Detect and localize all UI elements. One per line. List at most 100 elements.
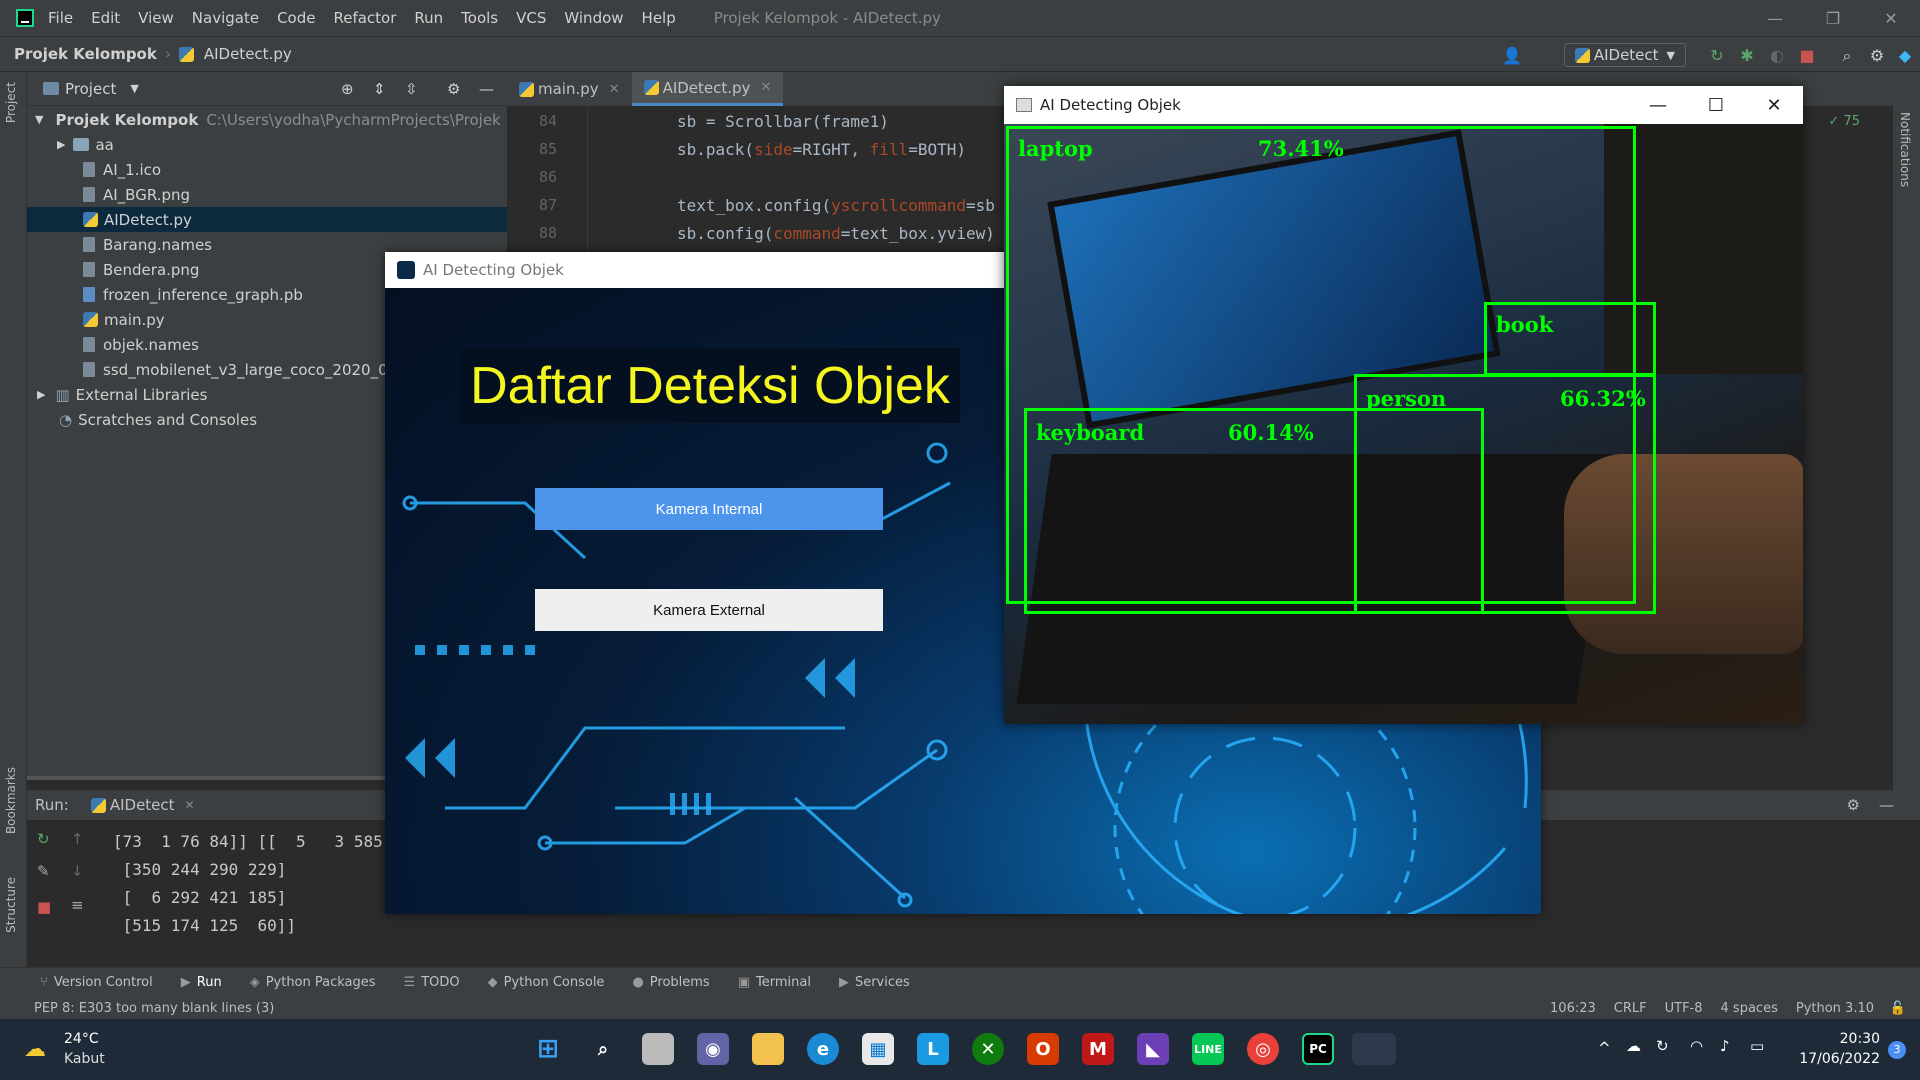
microsoft-store-icon[interactable]: ▦ <box>862 1033 894 1065</box>
locate-icon[interactable]: ⊕ <box>341 80 354 98</box>
stop-icon[interactable]: ■ <box>37 898 51 916</box>
down-icon[interactable]: ↓ <box>71 862 84 880</box>
menu-edit[interactable]: Edit <box>91 9 120 27</box>
notification-badge[interactable]: 3 <box>1888 1041 1906 1059</box>
breadcrumb-project[interactable]: Projek Kelompok <box>14 45 157 63</box>
clock-date[interactable]: 17/06/2022 <box>1790 1051 1880 1067</box>
search-icon[interactable]: ⌕ <box>587 1033 619 1065</box>
gear-icon[interactable]: ⚙ <box>447 80 460 98</box>
close-tab-icon[interactable]: ✕ <box>609 82 620 97</box>
temperature[interactable]: 24°C <box>64 1031 99 1047</box>
rerun-icon[interactable]: ↻ <box>1708 47 1726 65</box>
tool-version-control[interactable]: ⑂ Version Control <box>40 975 153 990</box>
soft-wrap-icon[interactable]: ≡ <box>71 896 84 914</box>
menu-tools[interactable]: Tools <box>461 9 498 27</box>
tool-python-packages[interactable]: ◈ Python Packages <box>250 975 376 990</box>
menu-view[interactable]: View <box>138 9 174 27</box>
project-view-select[interactable]: Project <box>65 80 116 98</box>
edge-icon[interactable]: e <box>807 1033 839 1065</box>
tool-run[interactable]: ▶ Run <box>181 975 222 990</box>
hide-icon[interactable]: — <box>1879 796 1894 814</box>
maximize-icon[interactable]: ☐ <box>1687 86 1745 124</box>
structure-tool-label[interactable]: Structure <box>4 877 18 933</box>
xbox-icon[interactable]: ✕ <box>972 1033 1004 1065</box>
wrench-icon[interactable]: ✎ <box>37 862 50 880</box>
tree-item[interactable]: AI_BGR.png <box>27 182 507 207</box>
menu-help[interactable]: Help <box>642 9 676 27</box>
indent-setting[interactable]: 4 spaces <box>1721 1001 1778 1016</box>
internal-camera-button[interactable]: Kamera Internal <box>535 488 883 530</box>
teams-chat-icon[interactable]: ◉ <box>697 1033 729 1065</box>
tray-chevron-icon[interactable]: ^ <box>1598 1039 1611 1057</box>
chevron-down-icon[interactable]: ▼ <box>130 82 138 95</box>
run-tab[interactable]: AIDetect <box>110 796 175 814</box>
clock-time[interactable]: 20:30 <box>1810 1031 1880 1047</box>
tree-item[interactable]: AI_1.ico <box>27 157 507 182</box>
close-icon[interactable]: ✕ <box>1745 86 1803 124</box>
onedrive-icon[interactable]: ☁ <box>1626 1037 1641 1055</box>
wifi-icon[interactable]: ◠ <box>1690 1037 1703 1055</box>
l-app-icon[interactable]: L <box>917 1033 949 1065</box>
run-configuration-select[interactable]: AIDetect ▼ <box>1563 43 1686 67</box>
minimize-icon[interactable]: — <box>1746 0 1804 36</box>
file-explorer-icon[interactable] <box>752 1033 784 1065</box>
debug-icon[interactable]: ✱ <box>1738 47 1756 65</box>
jetbrains-toolbox-icon[interactable]: ◆ <box>1896 47 1914 65</box>
close-tab-icon[interactable]: ✕ <box>185 798 195 812</box>
stop-icon[interactable]: ■ <box>1798 47 1816 65</box>
tool-services[interactable]: ▶ Services <box>839 975 910 990</box>
up-icon[interactable]: ↑ <box>71 830 84 848</box>
python-window-icon[interactable] <box>1352 1033 1396 1065</box>
sync-icon[interactable]: ↻ <box>1656 1037 1669 1055</box>
menu-code[interactable]: Code <box>277 9 315 27</box>
tool-problems[interactable]: ● Problems <box>632 975 709 990</box>
camera-title-bar[interactable]: AI Detecting Objek — ☐ ✕ <box>1004 86 1803 124</box>
coverage-icon[interactable]: ◐ <box>1768 47 1786 65</box>
mcafee-icon[interactable]: M <box>1082 1033 1114 1065</box>
bookmarks-tool-label[interactable]: Bookmarks <box>4 767 18 834</box>
collapse-all-icon[interactable]: ⇳ <box>405 80 418 98</box>
breadcrumb-file[interactable]: AIDetect.py <box>204 45 292 63</box>
weather-icon[interactable]: ☁ <box>24 1037 46 1062</box>
tool-terminal[interactable]: ▣ Terminal <box>738 975 811 990</box>
office-icon[interactable]: O <box>1027 1033 1059 1065</box>
search-icon[interactable]: ⌕ <box>1838 47 1856 65</box>
rerun-icon[interactable]: ↻ <box>37 830 50 848</box>
tree-item-aa[interactable]: ▶ aa <box>27 132 507 157</box>
close-icon[interactable]: ✕ <box>1862 0 1920 36</box>
inspection-count[interactable]: ✓ 75 <box>1828 114 1860 129</box>
battery-icon[interactable]: ▭ <box>1750 1037 1764 1055</box>
windows-start-icon[interactable]: ⊞ <box>532 1033 564 1065</box>
line-separator[interactable]: CRLF <box>1614 1001 1647 1016</box>
close-tab-icon[interactable]: ✕ <box>760 80 771 95</box>
expand-all-icon[interactable]: ⇕ <box>373 80 386 98</box>
external-camera-button[interactable]: Kamera External <box>535 589 883 631</box>
menu-refactor[interactable]: Refactor <box>333 9 396 27</box>
visual-studio-icon[interactable]: ◣ <box>1137 1033 1169 1065</box>
menu-navigate[interactable]: Navigate <box>192 9 259 27</box>
status-message[interactable]: PEP 8: E303 too many blank lines (3) <box>34 1001 274 1016</box>
restore-icon[interactable]: ❐ <box>1804 0 1862 36</box>
menu-run[interactable]: Run <box>414 9 443 27</box>
menu-file[interactable]: File <box>48 9 73 27</box>
gear-icon[interactable]: ⚙ <box>1868 47 1886 65</box>
tool-todo[interactable]: ☰ TODO <box>404 975 460 990</box>
hide-icon[interactable]: — <box>479 80 494 98</box>
line-app-icon[interactable]: LINE <box>1192 1033 1224 1065</box>
project-tool-label[interactable]: Project <box>4 82 18 123</box>
user-icon[interactable]: 👤 <box>1502 47 1522 65</box>
pycharm-taskbar-icon[interactable]: PC <box>1302 1033 1334 1065</box>
gear-icon[interactable]: ⚙ <box>1847 796 1860 814</box>
lock-icon[interactable]: 🔓 <box>1890 1001 1906 1016</box>
minimize-icon[interactable]: — <box>1629 86 1687 124</box>
volume-icon[interactable]: ♪ <box>1720 1037 1730 1055</box>
tree-item-selected[interactable]: AIDetect.py <box>27 207 507 232</box>
tree-root[interactable]: ▼ Projek Kelompok C:\Users\yodha\Pycharm… <box>27 107 507 132</box>
tab-main-py[interactable]: main.py ✕ <box>507 72 632 106</box>
file-encoding[interactable]: UTF-8 <box>1665 1001 1703 1016</box>
notifications-tool-label[interactable]: Notifications <box>1898 112 1912 187</box>
tool-python-console[interactable]: ◆ Python Console <box>488 975 605 990</box>
tab-aidetect-py[interactable]: AIDetect.py ✕ <box>631 72 784 106</box>
menu-vcs[interactable]: VCS <box>516 9 546 27</box>
chrome-icon[interactable]: ◎ <box>1247 1033 1279 1065</box>
